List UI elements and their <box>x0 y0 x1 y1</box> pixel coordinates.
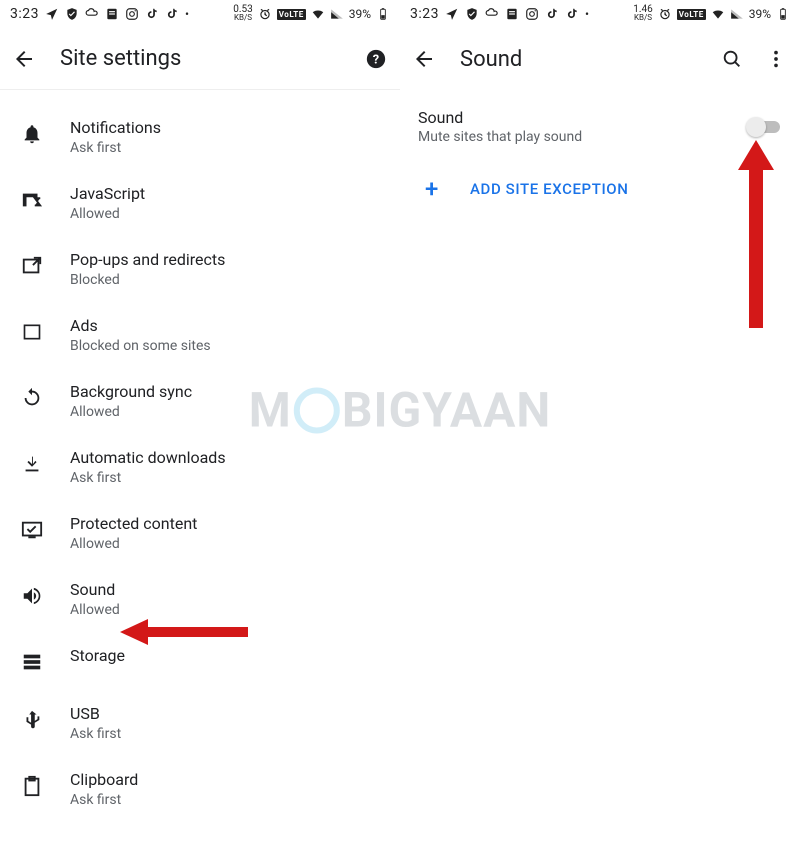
clipboard-icon <box>18 772 46 800</box>
wifi-icon <box>311 7 325 21</box>
item-sub: Allowed <box>70 206 382 222</box>
sound-icon <box>18 582 46 610</box>
status-time: 3:23 <box>10 6 39 22</box>
item-sub: Ask first <box>70 470 382 486</box>
battery-percent: 39% <box>349 7 371 21</box>
volte-badge: VoLTE <box>277 9 306 20</box>
data-speed: 0.53KB/S <box>233 6 253 22</box>
item-title: Protected content <box>70 514 382 534</box>
weather-icon <box>85 7 99 21</box>
item-sub: Allowed <box>70 404 382 420</box>
item-background-sync[interactable]: Background sync Allowed <box>0 368 400 434</box>
tiktok-icon <box>165 7 179 21</box>
instagram-icon <box>125 7 139 21</box>
status-dot: • <box>185 7 189 21</box>
settings-list: Notifications Ask first JavaScript Allowed… <box>0 90 400 822</box>
volte-badge: VoLTE <box>677 9 706 20</box>
item-javascript[interactable]: JavaScript Allowed <box>0 170 400 236</box>
item-title: Background sync <box>70 382 382 402</box>
overflow-menu-button[interactable] <box>764 47 788 71</box>
notes-icon <box>505 7 519 21</box>
wifi-icon <box>711 7 725 21</box>
item-sub: Blocked <box>70 272 382 288</box>
item-clipboard[interactable]: Clipboard Ask first <box>0 756 400 822</box>
location-icon <box>445 7 459 21</box>
shield-icon <box>465 7 479 21</box>
alarm-icon <box>658 7 672 21</box>
sound-sub: Mute sites that play sound <box>418 129 746 145</box>
location-icon <box>45 7 59 21</box>
item-usb[interactable]: USB Ask first <box>0 690 400 756</box>
annotation-arrow-toggle <box>736 140 776 330</box>
app-bar-right: Sound <box>400 28 800 90</box>
item-popups[interactable]: Pop-ups and redirects Blocked <box>0 236 400 302</box>
annotation-arrow-sound <box>120 617 250 647</box>
tiktok-icon <box>565 7 579 21</box>
plus-icon: + <box>418 175 446 203</box>
status-bar-left: 3:23 • 0.53KB/S VoLTE 39% <box>0 0 400 28</box>
back-button[interactable] <box>412 47 436 71</box>
item-protected-content[interactable]: Protected content Allowed <box>0 500 400 566</box>
app-bar-left: Site settings ? <box>0 28 400 90</box>
alarm-icon <box>258 7 272 21</box>
battery-icon <box>376 7 390 21</box>
item-ads[interactable]: Ads Blocked on some sites <box>0 302 400 368</box>
item-title: Automatic downloads <box>70 448 382 468</box>
usb-icon <box>18 706 46 734</box>
phone-right: 3:23 • 1.46KB/S VoLTE 39% Sound <box>400 0 800 868</box>
item-title: Clipboard <box>70 770 382 790</box>
item-title: Storage <box>70 646 382 666</box>
page-title: Site settings <box>60 46 340 71</box>
phone-left: 3:23 • 0.53KB/S VoLTE 39% Site settings … <box>0 0 400 868</box>
sound-toggle[interactable] <box>746 117 782 137</box>
item-title: JavaScript <box>70 184 382 204</box>
popup-icon <box>18 252 46 280</box>
item-title: Sound <box>70 580 382 600</box>
sound-title: Sound <box>418 108 746 127</box>
status-bar-right: 3:23 • 1.46KB/S VoLTE 39% <box>400 0 800 28</box>
item-sub: Blocked on some sites <box>70 338 382 354</box>
item-sub: Allowed <box>70 602 382 618</box>
sync-icon <box>18 384 46 412</box>
status-time: 3:23 <box>410 6 439 22</box>
tiktok-icon <box>545 7 559 21</box>
battery-percent: 39% <box>749 7 771 21</box>
back-button[interactable] <box>12 47 36 71</box>
weather-icon <box>485 7 499 21</box>
search-button[interactable] <box>720 47 744 71</box>
item-title: USB <box>70 704 382 724</box>
battery-icon <box>776 7 790 21</box>
download-icon <box>18 450 46 478</box>
item-sub: Allowed <box>70 536 382 552</box>
signal-icon <box>330 7 344 21</box>
item-title: Pop-ups and redirects <box>70 250 382 270</box>
item-sub: Ask first <box>70 792 382 808</box>
notes-icon <box>105 7 119 21</box>
help-button[interactable]: ? <box>364 47 388 71</box>
item-notifications[interactable]: Notifications Ask first <box>0 104 400 170</box>
item-title: Ads <box>70 316 382 336</box>
item-title: Notifications <box>70 118 382 138</box>
instagram-icon <box>525 7 539 21</box>
bell-icon <box>18 120 46 148</box>
storage-icon <box>18 648 46 676</box>
status-dot: • <box>585 7 589 21</box>
svg-text:?: ? <box>373 52 379 67</box>
item-sub: Ask first <box>70 726 382 742</box>
add-label: ADD SITE EXCEPTION <box>470 180 629 198</box>
protected-icon <box>18 516 46 544</box>
data-speed: 1.46KB/S <box>633 6 653 22</box>
page-title: Sound <box>460 47 696 72</box>
ads-icon <box>18 318 46 346</box>
item-sub: Ask first <box>70 140 382 156</box>
javascript-icon <box>18 186 46 214</box>
item-automatic-downloads[interactable]: Automatic downloads Ask first <box>0 434 400 500</box>
tiktok-icon <box>145 7 159 21</box>
signal-icon <box>730 7 744 21</box>
shield-icon <box>65 7 79 21</box>
